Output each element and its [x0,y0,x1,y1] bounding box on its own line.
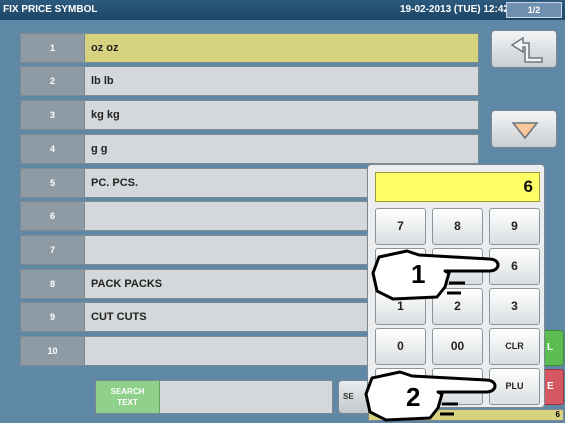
key-9[interactable]: 9 [489,208,540,245]
key-8[interactable]: 8 [432,208,483,245]
search-text-label: SEARCH TEXT [96,381,160,413]
key-clr[interactable]: CLR [489,328,540,365]
scroll-down-icon [511,122,539,140]
row-text: lb lb [84,67,478,95]
list-row-3[interactable]: 3 kg kg [20,100,479,130]
row-number: 1 [21,34,84,62]
title-bar: FIX PRICE SYMBOL 19-02-2013 (TUE) 12:42 … [0,0,565,20]
list-row-1[interactable]: 1 oz oz [20,33,479,63]
screen-title: FIX PRICE SYMBOL [3,4,98,15]
callout-step-2: 2 [360,364,500,423]
page-indicator: 1/2 [506,2,562,18]
row-number: 4 [21,135,84,163]
callout-number: 2 [406,382,421,412]
row-text: oz oz [84,34,478,62]
key-0[interactable]: 0 [375,328,426,365]
row-number: 6 [21,202,84,230]
back-button[interactable] [491,30,557,68]
list-row-4[interactable]: 4 g g [20,134,479,164]
row-number: 2 [21,67,84,95]
key-00[interactable]: 00 [432,328,483,365]
callout-number: 1 [411,259,426,289]
row-number: 5 [21,169,84,197]
row-text: g g [84,135,478,163]
row-number: 8 [21,270,84,298]
screen: FIX PRICE SYMBOL 19-02-2013 (TUE) 12:42 … [0,0,565,423]
scroll-down-button[interactable] [491,110,557,148]
date-time: 19-02-2013 (TUE) 12:42 [400,4,509,15]
callout-step-1: 1 [367,243,507,305]
row-number: 9 [21,303,84,331]
row-number: 3 [21,101,84,129]
row-text: kg kg [84,101,478,129]
search-text-field[interactable]: SEARCH TEXT [95,380,333,414]
pointing-hand-icon [371,249,500,301]
key-7[interactable]: 7 [375,208,426,245]
list-row-2[interactable]: 2 lb lb [20,66,479,96]
back-arrow-icon [510,36,543,63]
pointing-hand-icon [364,370,497,422]
row-number: 10 [21,337,84,365]
row-number: 7 [21,236,84,264]
keypad-display: 6 [375,172,540,202]
